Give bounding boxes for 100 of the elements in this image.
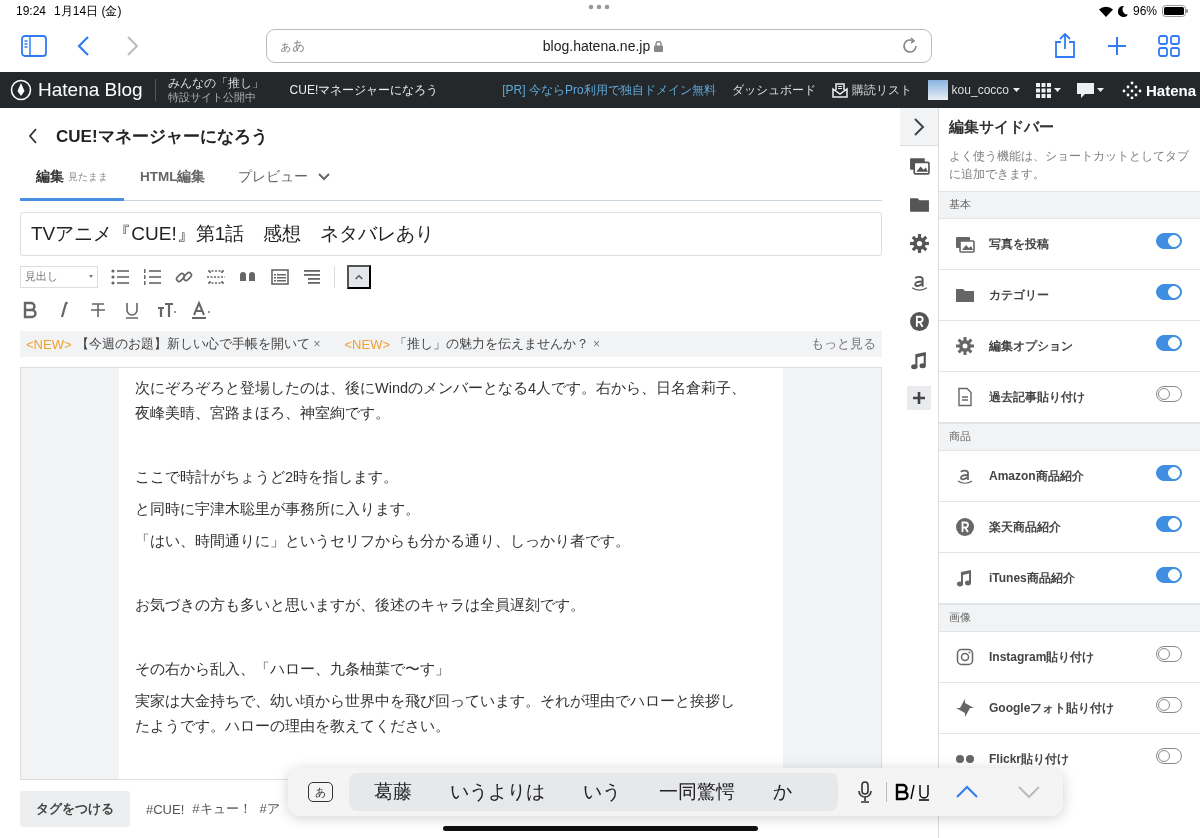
tag-label[interactable]: #ア [259,800,280,818]
list-box-icon[interactable] [270,266,290,287]
caret-icon [1013,88,1020,92]
photo-icon [955,234,975,254]
registered-circle-icon [955,517,975,537]
editor-tab[interactable]: HTML編集 [124,156,222,201]
candidate-word[interactable]: いうよりは [431,779,565,805]
blog-menu[interactable]: CUE!マネージャーになろう [289,81,439,99]
more-link[interactable]: もっと見る [811,335,876,353]
body-paragraph: と同時に宇津木聡里が事務所に入ります。 [135,500,421,519]
numbered-list-icon[interactable] [142,266,162,287]
gear-icon [955,336,975,356]
plus-icon [913,392,925,404]
tag-label[interactable]: #CUE! [146,801,185,817]
toggle-switch[interactable] [1156,335,1182,351]
notice-link[interactable]: 【今週のお題】新しい心で手帳を開いて [75,335,310,353]
registered-circle-icon [908,311,930,332]
promo-title[interactable]: みんなの「推し」 [167,76,264,91]
lock-icon [654,40,664,52]
address-field[interactable]: ぁあ blog.hatena.ne.jp [266,29,932,63]
share-icon[interactable] [1054,33,1076,59]
sidebar-item[interactable]: 楽天商品紹介 [989,518,1142,536]
candidate-word[interactable]: 一同驚愕 [640,779,755,805]
body-paragraph: お気づきの方も多いと思いますが、後述のキャラは全員遅刻です。 [135,596,586,615]
wifi-icon [1098,5,1113,17]
toggle-switch[interactable] [1156,748,1182,764]
text-color-icon[interactable] [190,299,210,320]
avatar-icon [927,80,948,100]
notice-link[interactable]: 「推し」の魅力を伝えませんか？ [394,335,590,353]
toggle-switch[interactable] [1156,516,1182,532]
battery-icon [1162,5,1188,17]
sidebar-item[interactable]: 過去記事貼り付け [989,388,1142,406]
collapse-sidebar-button[interactable] [900,108,938,146]
editor-tab[interactable]: 編集 見たまま [20,156,124,201]
caret-icon [89,275,93,278]
body-paragraph: その右から乱入、「ハロー、九条柚葉で〜す」 [135,660,451,679]
user-menu[interactable]: kou_cocco [951,83,1009,97]
caret-icon [1054,88,1061,92]
toggle-switch[interactable] [1156,697,1182,713]
sidebar-item[interactable]: 写真を投稿 [989,235,1142,253]
status-time: 19:24 [16,4,47,18]
dashboard-link[interactable]: ダッシュボード [731,81,816,99]
caret-icon [1097,88,1104,92]
reload-icon[interactable] [901,37,919,55]
section-header: 商品 [939,423,1200,451]
toggle-switch[interactable] [1156,646,1182,662]
tabs-grid-icon[interactable] [1158,33,1180,59]
toggle-switch[interactable] [1156,233,1182,249]
reading-list-link[interactable]: 購読リスト [851,81,912,99]
back-icon[interactable] [28,128,38,144]
section-header: 基本 [939,191,1200,219]
close-icon[interactable]: × [313,337,321,351]
blog-title: CUE!マネージャーになろう [56,125,268,148]
apps-menu[interactable] [1036,82,1061,98]
candidate-word[interactable]: いう [564,779,641,805]
site-logo[interactable]: Hatena Blog [38,79,143,101]
new-label: <NEW> [26,336,72,352]
close-icon[interactable]: × [593,337,601,351]
sidebar-toggle-icon[interactable] [20,32,48,60]
candidate-word[interactable]: 葛藤 [355,779,432,805]
entry-title-field[interactable]: TVアニメ『CUE!』第1話 感想 ネタバレあり [20,212,882,256]
sidebar-item[interactable]: Googleフォト貼り付け [989,699,1142,717]
new-label: <NEW> [344,336,391,352]
hatena-logo[interactable]: Hatena [1146,81,1196,99]
grid-icon [1036,82,1051,98]
input-mode-key[interactable]: あ [308,782,334,802]
toggle-switch[interactable] [1156,465,1182,481]
sidebar-item[interactable]: Amazon商品紹介 [989,467,1142,485]
sidebar-title: 編集サイドバー [947,117,1055,137]
body-paragraph: 実家は大金持ちで、幼い頃から世界中を飛び回っています。それが理由でハローと挨拶したようです。ハローの理由を教えてください。 [135,692,736,736]
heading-select[interactable]: 見出し [20,265,98,288]
candidate-word[interactable]: か [754,779,812,805]
speech-bubble-icon [1077,82,1094,98]
status-date: 1月14日 (金) [54,2,122,20]
sidebar-item[interactable]: 編集オプション [989,337,1142,355]
add-tags-button[interactable]: タグをつける [20,791,130,827]
sidebar-item[interactable]: Flickr貼り付け [989,750,1142,768]
camera-icon [955,647,975,667]
toggle-switch[interactable] [1156,284,1182,300]
sidebar-item[interactable]: iTunes商品紹介 [989,569,1142,587]
tag-label[interactable]: #キュー！ [192,800,252,818]
photo-icon [908,155,930,176]
section-header: 画像 [939,604,1200,632]
sidebar-item[interactable]: Instagram貼り付け [989,648,1142,666]
notifications-menu[interactable] [1077,82,1104,98]
pinwheel-icon [955,698,975,718]
editor-tab[interactable]: プレビュー [221,156,346,201]
sidebar-item[interactable]: カテゴリー [989,286,1142,304]
pr-link[interactable]: [PR] 今ならPro利用で独自ドメイン無料 [502,81,716,99]
body-paragraph: ここで時計がちょうど2時を指します。 [135,468,400,487]
toggle-switch[interactable] [1156,386,1182,402]
collapse-toolbar-button[interactable] [347,264,371,289]
chevron-down-icon [317,173,330,181]
moon-icon [1117,5,1128,17]
document-icon [955,387,975,407]
promo-subtitle[interactable]: 特設サイト公開中 [167,90,264,104]
add-shortcut-button[interactable] [907,386,931,410]
toggle-switch[interactable] [1156,567,1182,583]
dotted-diamond-icon [1122,81,1142,99]
chevron-up-icon [355,272,363,281]
